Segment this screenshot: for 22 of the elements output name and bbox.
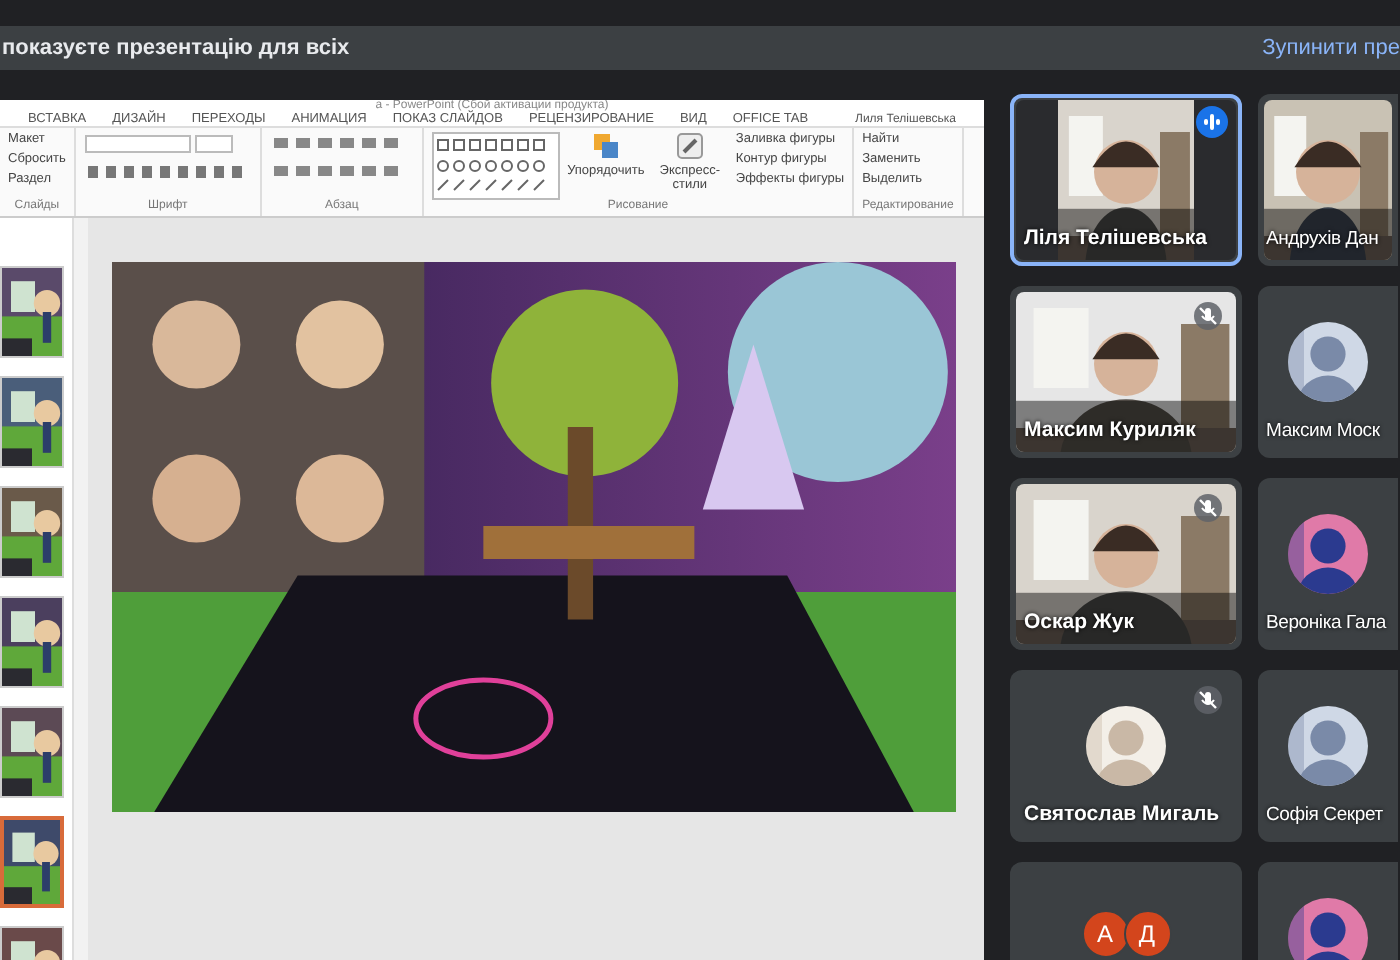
participant-name: Вероніка Гала — [1266, 612, 1386, 634]
shape-gallery-drawing[interactable] — [431, 132, 560, 200]
slide-thumbnail[interactable] — [0, 596, 64, 688]
slide-thumbnail[interactable] — [0, 376, 64, 468]
slide-thumbnail[interactable] — [0, 706, 64, 798]
participant-name: Андрухів Дан — [1266, 228, 1379, 250]
slide-thumbnail[interactable] — [0, 266, 64, 358]
participant-name: Максим Куриляк — [1024, 418, 1196, 442]
stop-presenting-button[interactable]: Зупинити пре — [1250, 36, 1400, 60]
participant-name: Ліля Телішевська — [1024, 226, 1207, 250]
slide-thumbnail[interactable] — [0, 816, 64, 908]
participant-name: Святослав Мигаль — [1024, 802, 1220, 826]
participant-name: Оскар Жук — [1024, 610, 1135, 634]
presenting-message: показуєте презентацію для всіх — [0, 36, 350, 60]
initial-avatar: А — [1081, 910, 1129, 958]
brush-icon — [675, 132, 704, 160]
scrollbar[interactable] — [72, 218, 88, 960]
initial-avatar: Д — [1123, 910, 1171, 958]
participant-name: Софія Секрет — [1266, 804, 1383, 826]
slide-thumbnail[interactable] — [0, 486, 64, 578]
participant-name: Максим Моск — [1266, 420, 1380, 442]
arrange-icon — [591, 132, 620, 160]
